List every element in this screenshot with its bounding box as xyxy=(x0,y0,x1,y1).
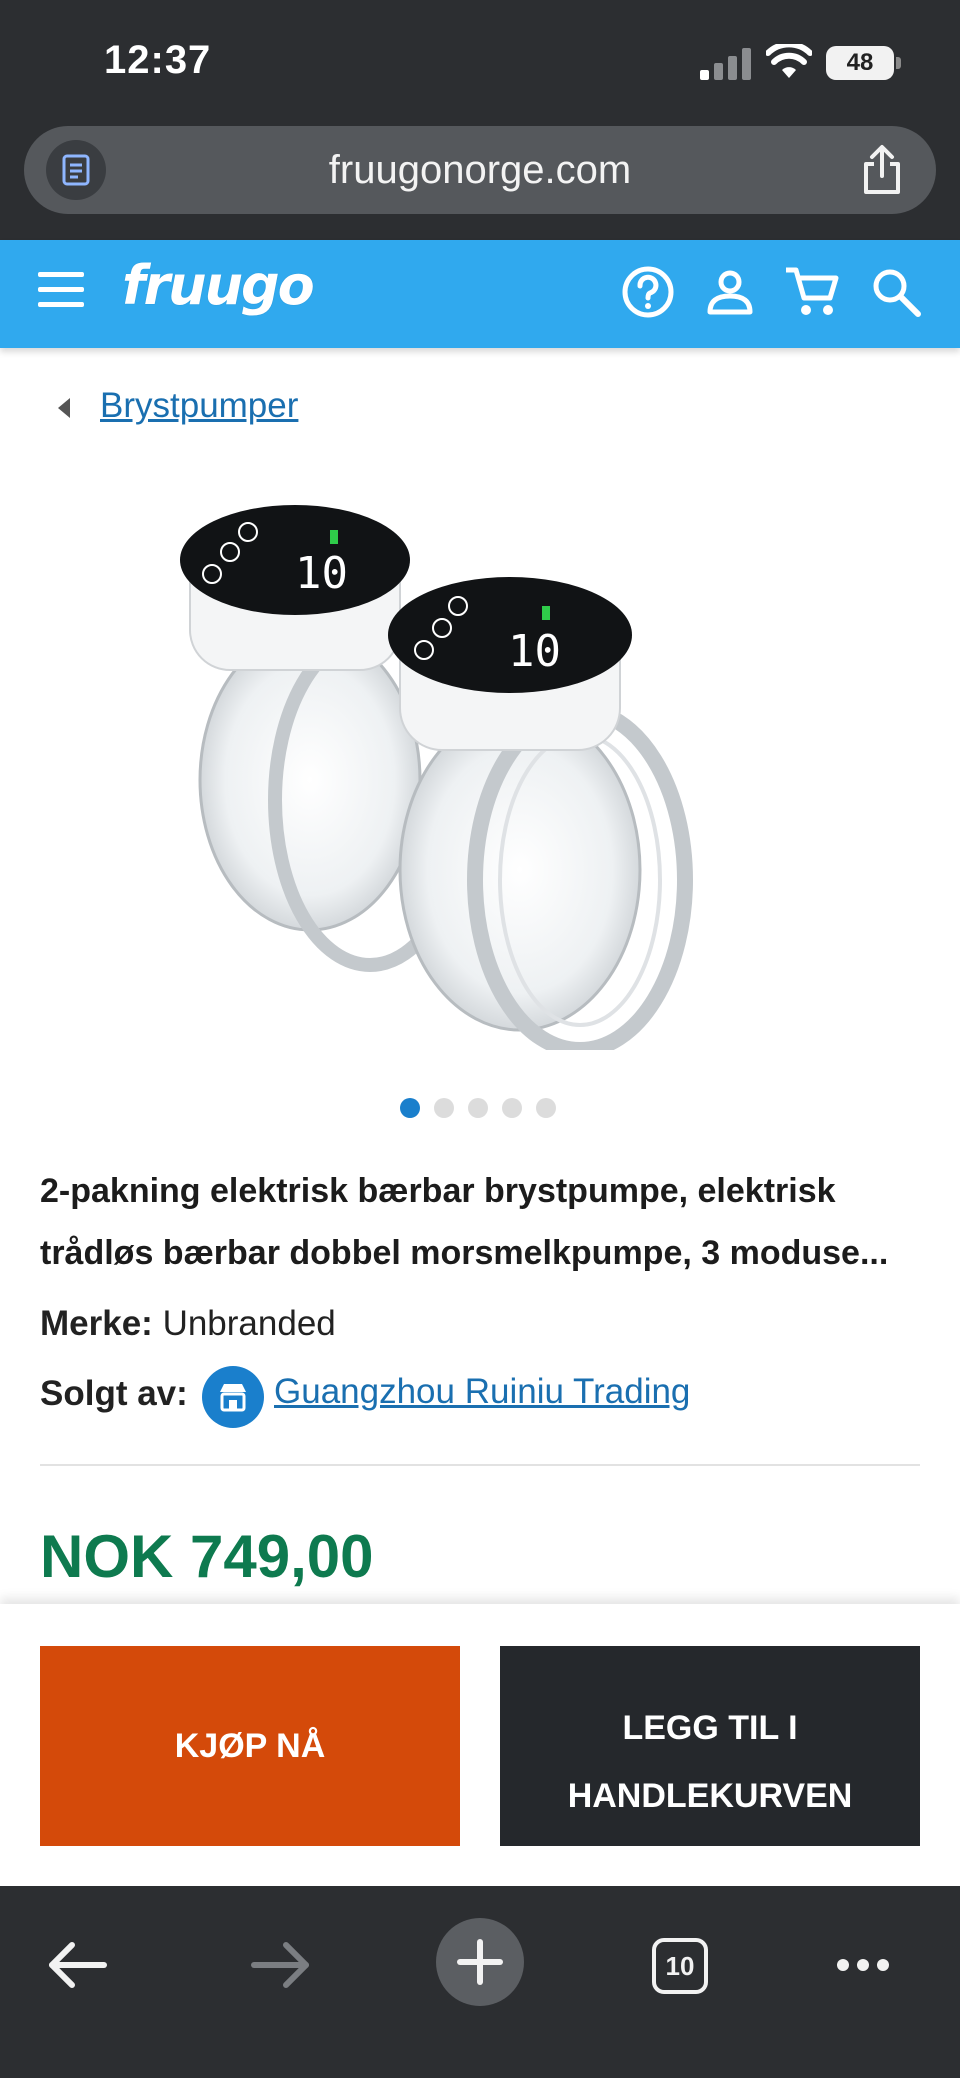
forward-arrow-icon[interactable] xyxy=(236,1922,322,2008)
product-title: 2-pakning elektrisk bærbar brystpumpe, e… xyxy=(40,1172,889,1272)
fruugo-logo[interactable]: fruugo xyxy=(122,254,315,317)
carousel-dot[interactable] xyxy=(468,1098,488,1118)
menu-icon[interactable] xyxy=(38,272,84,312)
buy-now-button[interactable]: KJØP NÅ xyxy=(40,1646,460,1846)
cart-icon[interactable] xyxy=(782,262,842,322)
add-to-cart-line2: HANDLEKURVEN xyxy=(567,1777,853,1815)
plus-icon[interactable] xyxy=(436,1918,524,2006)
url-text[interactable]: fruugonorge.com xyxy=(144,126,816,214)
battery-indicator: 48 xyxy=(826,46,894,80)
breadcrumb-link[interactable]: Brystpumper xyxy=(100,386,298,426)
reader-icon[interactable] xyxy=(46,140,106,200)
help-icon[interactable] xyxy=(618,262,678,322)
product-price: NOK 749,00 xyxy=(40,1523,374,1590)
cellular-signal-icon xyxy=(700,48,751,80)
store-icon[interactable] xyxy=(202,1366,264,1428)
status-bar: 12:37 48 xyxy=(0,0,960,120)
seller-link[interactable]: Guangzhou Ruiniu Trading xyxy=(274,1372,690,1412)
carousel-dot[interactable] xyxy=(400,1098,420,1118)
chevron-left-icon xyxy=(58,398,70,418)
more-icon[interactable] xyxy=(820,1922,906,2008)
carousel-dot[interactable] xyxy=(502,1098,522,1118)
browser-address-area: fruugonorge.com xyxy=(0,120,960,240)
seller-row: Solgt av: xyxy=(40,1374,188,1414)
browser-toolbar: 10 xyxy=(0,1886,960,2078)
carousel-dot[interactable] xyxy=(536,1098,556,1118)
divider xyxy=(40,1464,920,1466)
brand-label: Merke: xyxy=(40,1304,153,1343)
battery-cap xyxy=(896,57,901,69)
account-icon[interactable] xyxy=(700,262,760,322)
search-icon[interactable] xyxy=(866,262,926,322)
address-bar[interactable]: fruugonorge.com xyxy=(24,126,936,214)
purchase-bar: KJØP NÅ LEGG TIL I HANDLEKURVEN xyxy=(0,1604,960,1886)
product-image[interactable]: 10 10 xyxy=(160,470,800,1050)
svg-text:10: 10 xyxy=(295,548,348,599)
status-time: 12:37 xyxy=(104,38,212,82)
carousel-dots xyxy=(400,1098,570,1120)
wifi-icon xyxy=(766,44,812,78)
carousel-dot[interactable] xyxy=(434,1098,454,1118)
share-icon[interactable] xyxy=(858,144,906,196)
brand-value: Unbranded xyxy=(162,1304,336,1343)
brand-row: Merke: Unbranded xyxy=(40,1304,336,1344)
tabs-button[interactable]: 10 xyxy=(652,1938,708,1994)
site-header: fruugo xyxy=(0,240,960,348)
seller-label: Solgt av: xyxy=(40,1374,188,1413)
svg-text:10: 10 xyxy=(508,626,561,677)
add-to-cart-button[interactable]: LEGG TIL I HANDLEKURVEN xyxy=(500,1646,920,1846)
add-to-cart-line1: LEGG TIL I xyxy=(622,1709,798,1747)
back-arrow-icon[interactable] xyxy=(36,1922,122,2008)
